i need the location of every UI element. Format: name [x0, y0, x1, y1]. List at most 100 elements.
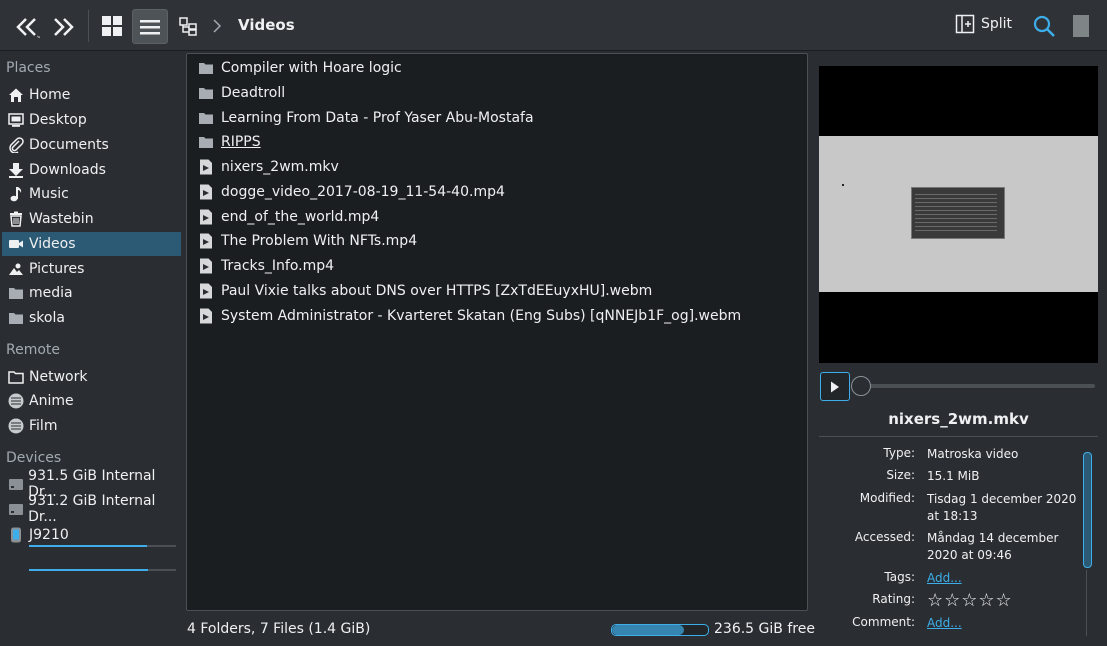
network-folder-icon: [7, 368, 25, 386]
sidebar-item-label: Anime: [29, 393, 74, 409]
list-item[interactable]: end_of_the_world.mp4: [197, 205, 379, 229]
sidebar-item-film[interactable]: Film: [2, 414, 181, 438]
comment-add-link[interactable]: Add...: [927, 615, 962, 632]
modified-value-line-1: Tisdag 1 december 2020: [927, 492, 1077, 506]
breadcrumb-videos[interactable]: Videos: [238, 16, 295, 34]
file-name: Deadtroll: [221, 85, 286, 101]
sidebar-item-downloads[interactable]: Downloads: [2, 158, 181, 182]
tree-icon: [179, 17, 197, 36]
sidebar-item-wastebin[interactable]: Wastebin: [2, 207, 181, 231]
forward-icon: [54, 18, 74, 36]
home-icon: [7, 86, 25, 104]
list-item[interactable]: Learning From Data - Prof Yaser Abu-Most…: [197, 106, 534, 130]
sidebar-item-pictures[interactable]: Pictures: [2, 257, 181, 281]
sidebar-item-label: skola: [29, 310, 65, 326]
devices-header: Devices: [6, 450, 62, 466]
desktop-icon: [7, 111, 25, 129]
search-button[interactable]: [1031, 13, 1057, 39]
sidebar-item-skola[interactable]: skola: [2, 306, 181, 330]
type-value: Matroska video: [927, 447, 1019, 461]
video-camera-icon: [7, 235, 25, 253]
sidebar-item-label: media: [29, 285, 73, 301]
sidebar-item-label: Videos: [29, 236, 76, 252]
modified-label: Modified:: [859, 491, 915, 505]
sidebar-item-desktop[interactable]: Desktop: [2, 108, 181, 132]
sidebar-item-documents[interactable]: Documents: [2, 133, 181, 157]
chevron-right-icon: [213, 19, 222, 33]
list-item[interactable]: nixers_2wm.mkv: [197, 155, 339, 179]
tree-view-button[interactable]: [176, 14, 200, 38]
file-name: nixers_2wm.mkv: [221, 159, 339, 175]
folder-icon: [197, 59, 215, 77]
back-icon: [16, 18, 40, 39]
list-item[interactable]: Deadtroll: [197, 81, 285, 105]
sidebar-item-network[interactable]: Network: [2, 365, 181, 389]
split-button[interactable]: Split: [955, 14, 1012, 34]
rating-stars[interactable]: ☆☆☆☆☆: [927, 590, 1013, 612]
split-icon: [955, 14, 975, 34]
folder-summary: 4 Folders, 7 Files (1.4 GiB): [187, 621, 371, 637]
modified-value-line-2: at 18:13: [927, 509, 978, 523]
seek-slider-handle[interactable]: [851, 376, 871, 396]
disk-icon: [7, 392, 25, 410]
list-item[interactable]: Tracks_Info.mp4: [197, 254, 334, 278]
video-file-icon: [197, 307, 215, 325]
file-name: The Problem With NFTs.mp4: [221, 233, 418, 249]
video-file-icon: [197, 257, 215, 275]
sidebar-item-media[interactable]: media: [2, 281, 181, 305]
list-item[interactable]: Paul Vixie talks about DNS over HTTPS [Z…: [197, 279, 652, 303]
list-item[interactable]: Compiler with Hoare logic: [197, 56, 402, 80]
sidebar-item-home[interactable]: Home: [2, 83, 181, 107]
phone-icon: [7, 526, 25, 544]
details-view-button[interactable]: [132, 9, 168, 44]
free-space-bar[interactable]: [611, 624, 709, 636]
size-label: Size:: [886, 468, 915, 482]
play-icon: [831, 381, 839, 392]
folder-icon: [197, 84, 215, 102]
rating-label: Rating:: [872, 592, 915, 606]
search-icon: [1033, 15, 1055, 37]
sidebar-item-music[interactable]: Music: [2, 182, 181, 206]
sidebar-item-j9210[interactable]: J9210: [2, 523, 181, 547]
tags-add-link[interactable]: Add...: [927, 570, 962, 587]
metadata-scrollbar[interactable]: [1083, 452, 1092, 568]
video-preview[interactable]: [819, 66, 1098, 363]
sidebar-item-label: Music: [29, 186, 69, 202]
list-item[interactable]: dogge_video_2017-08-19_11-54-40.mp4: [197, 180, 505, 204]
sidebar-item-label: 931.2 GiB Internal Dr...: [28, 493, 156, 525]
sidebar-item-label: Downloads: [29, 162, 106, 178]
list-item[interactable]: System Administrator - Kvarteret Skatan …: [197, 304, 741, 328]
harddrive-icon: [7, 500, 24, 518]
file-name: dogge_video_2017-08-19_11-54-40.mp4: [221, 184, 505, 200]
file-name: Paul Vixie talks about DNS over HTTPS [Z…: [221, 283, 653, 299]
menu-button[interactable]: [1071, 14, 1091, 38]
sidebar-item-label: Desktop: [29, 112, 87, 128]
back-button[interactable]: [12, 14, 42, 40]
list-item[interactable]: The Problem With NFTs.mp4: [197, 229, 417, 253]
preview-title: nixers_2wm.mkv: [888, 410, 1029, 428]
paperclip-icon: [7, 136, 25, 154]
video-file-icon: [197, 158, 215, 176]
video-file-icon: [197, 183, 215, 201]
video-file-icon: [197, 208, 215, 226]
icons-view-button[interactable]: [98, 12, 126, 40]
places-header: Places: [6, 60, 51, 76]
accessed-label: Accessed:: [854, 530, 915, 544]
list-item[interactable]: RIPPS: [197, 130, 261, 154]
file-name: System Administrator - Kvarteret Skatan …: [221, 308, 742, 324]
forward-button[interactable]: [48, 14, 78, 40]
free-space-fill: [612, 625, 684, 635]
hamburger-menu-icon: [1073, 15, 1089, 37]
sidebar-item-anime[interactable]: Anime: [2, 389, 181, 413]
sidebar-item-videos[interactable]: Videos: [2, 232, 181, 256]
sidebar-item-label: Film: [29, 418, 58, 434]
file-list-view[interactable]: Compiler with Hoare logic Deadtroll Lear…: [186, 53, 808, 611]
play-button[interactable]: [820, 372, 850, 401]
drive-2-capacity-bar: [29, 569, 149, 571]
size-value: 15.1 MiB: [927, 469, 980, 483]
seek-slider[interactable]: [860, 384, 1095, 388]
terminal-thumbnail: [911, 187, 1005, 239]
sidebar-item-drive-2[interactable]: 931.2 GiB Internal Dr...: [2, 493, 181, 525]
file-name: Compiler with Hoare logic: [221, 60, 402, 76]
split-label: Split: [981, 16, 1013, 32]
